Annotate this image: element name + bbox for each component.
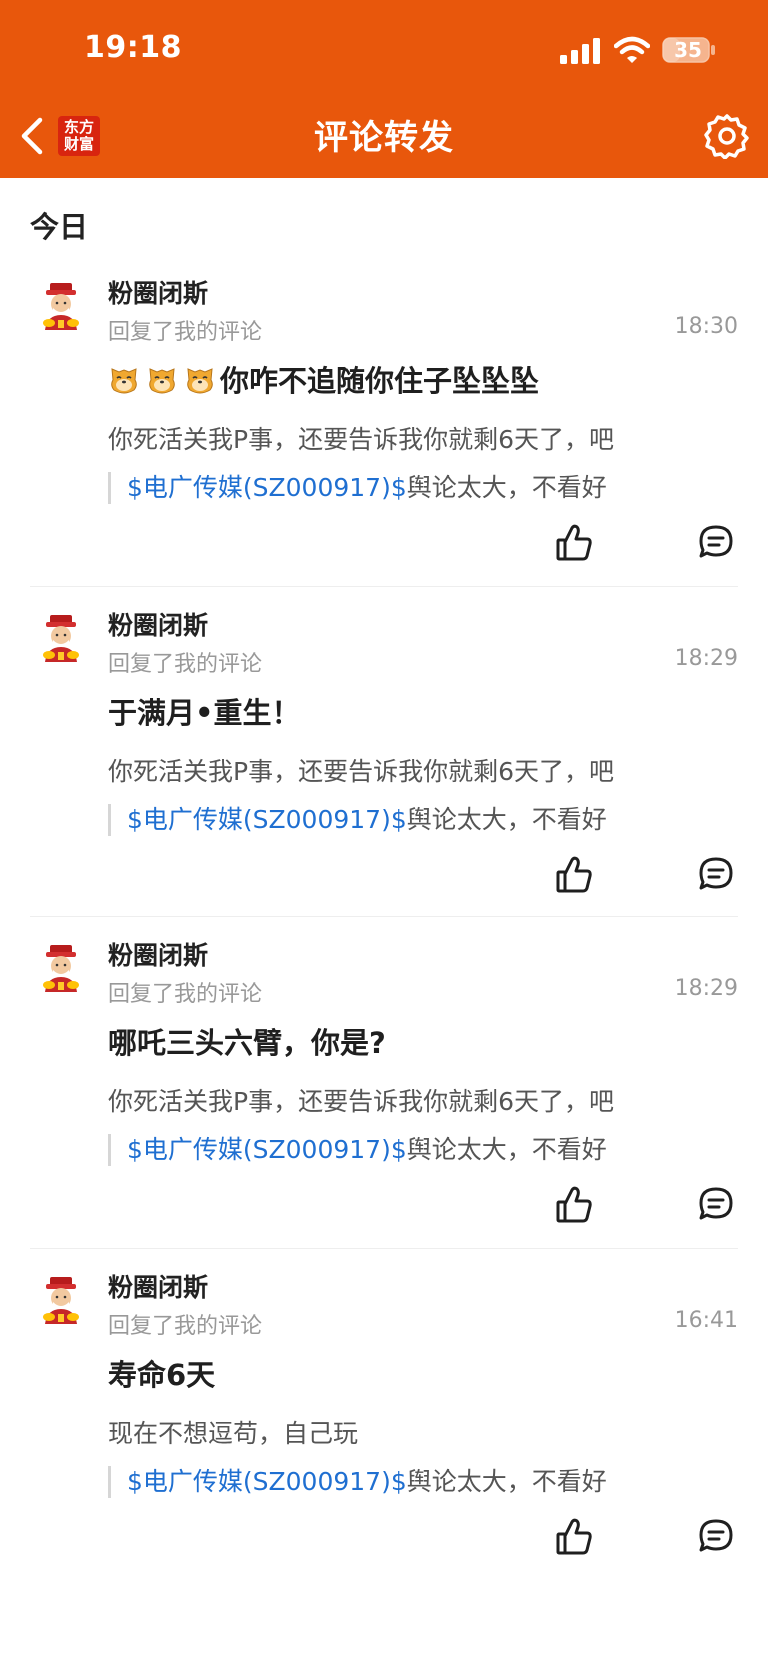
battery-level: 35 [674,38,702,62]
stock-link[interactable]: $电广传媒(SZ000917)$ [127,1467,407,1496]
divider [30,916,738,917]
dog-face-icon [111,368,137,394]
reply-card[interactable]: 粉圈闭斯 回复了我的评论 16:41 寿命6天 现在不想逗苟，自己玩 $电广传媒… [0,1248,768,1588]
stock-link[interactable]: $电广传媒(SZ000917)$ [127,473,407,502]
thumbs-up-icon[interactable] [556,1186,592,1224]
original-comment[interactable]: 你死活关我P事，还要告诉我你就剩6天了，吧 [108,1082,614,1118]
reply-text: 于满月•重生！ [108,696,301,730]
reply-action-label: 回复了我的评论 [108,652,263,677]
gear-icon[interactable] [704,113,750,159]
original-comment[interactable]: 你死活关我P事，还要告诉我你就剩6天了，吧 [108,752,614,788]
reply-card[interactable]: 粉圈闭斯 回复了我的评论 18:30 你咋不追随你住子坠坠坠 你死活关我P事，还… [0,254,768,594]
original-comment[interactable]: 你死活关我P事，还要告诉我你就剩6天了，吧 [108,420,614,456]
reply-content[interactable]: 哪吒三头六臂，你是? [108,1020,386,1062]
emoji-row [108,363,216,395]
reply-text: 哪吒三头六臂，你是? [108,1026,386,1060]
avatar[interactable] [38,614,84,664]
reply-action-label: 回复了我的评论 [108,982,263,1007]
section-title-today: 今日 [30,210,89,244]
status-time: 19:18 [84,30,182,65]
reply-action-label: 回复了我的评论 [108,320,263,345]
stock-link[interactable]: $电广传媒(SZ000917)$ [127,805,407,834]
comment-bubble-icon[interactable] [698,1186,734,1222]
comment-bubble-icon[interactable] [698,856,734,892]
reply-time: 18:29 [674,646,738,671]
dog-face-icon [187,368,213,394]
comment-bubble-icon[interactable] [698,524,734,560]
reply-card[interactable]: 粉圈闭斯 回复了我的评论 18:29 于满月•重生！ 你死活关我P事，还要告诉我… [0,586,768,926]
cellular-signal-icon [560,38,600,64]
reply-time: 18:30 [674,314,738,339]
avatar[interactable] [38,282,84,332]
avatar[interactable] [38,1276,84,1326]
quoted-post-text: 舆论太大，不看好 [406,1135,607,1164]
page-title: 评论转发 [314,118,454,158]
divider [30,586,738,587]
quoted-post[interactable]: $电广传媒(SZ000917)$舆论太大，不看好 [108,1466,607,1498]
wifi-icon [614,36,650,63]
stock-link[interactable]: $电广传媒(SZ000917)$ [127,1135,407,1164]
reply-text: 寿命6天 [108,1358,216,1392]
quoted-post[interactable]: $电广传媒(SZ000917)$舆论太大，不看好 [108,804,607,836]
reply-content[interactable]: 寿命6天 [108,1352,215,1394]
username[interactable]: 粉圈闭斯 [108,606,208,642]
quoted-post[interactable]: $电广传媒(SZ000917)$舆论太大，不看好 [108,1134,607,1166]
quoted-post-text: 舆论太大，不看好 [406,805,607,834]
original-comment[interactable]: 现在不想逗苟，自己玩 [108,1414,358,1450]
dog-face-icon [149,368,175,394]
app-header: 19:18 35 东方 财富 评论转发 [0,0,768,178]
quoted-post-text: 舆论太大，不看好 [406,1467,607,1496]
quoted-post[interactable]: $电广传媒(SZ000917)$舆论太大，不看好 [108,472,607,504]
avatar[interactable] [38,944,84,994]
reply-content[interactable]: 于满月•重生！ [108,690,301,732]
reply-content[interactable]: 你咋不追随你住子坠坠坠 [108,358,539,400]
thumbs-up-icon[interactable] [556,524,592,562]
reply-card[interactable]: 粉圈闭斯 回复了我的评论 18:29 哪吒三头六臂，你是? 你死活关我P事，还要… [0,916,768,1256]
divider [30,1248,738,1249]
username[interactable]: 粉圈闭斯 [108,1268,208,1304]
comment-bubble-icon[interactable] [698,1518,734,1554]
reply-action-label: 回复了我的评论 [108,1314,263,1339]
username[interactable]: 粉圈闭斯 [108,936,208,972]
thumbs-up-icon[interactable] [556,1518,592,1556]
thumbs-up-icon[interactable] [556,856,592,894]
username[interactable]: 粉圈闭斯 [108,274,208,310]
reply-time: 18:29 [674,976,738,1001]
reply-text: 你咋不追随你住子坠坠坠 [220,364,540,398]
quoted-post-text: 舆论太大，不看好 [406,473,607,502]
reply-time: 16:41 [674,1308,738,1333]
